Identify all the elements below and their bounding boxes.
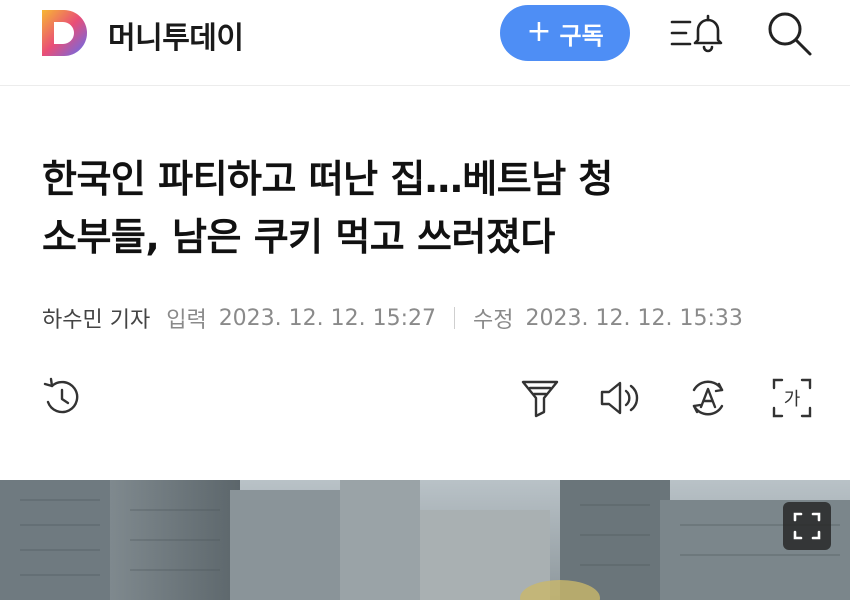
menu-notification-icon[interactable] [668, 10, 728, 56]
published-label: 입력 [166, 308, 207, 333]
modified-time: 2023. 12. 12. 15:33 [525, 305, 743, 331]
article-meta: 하수민 기자 입력 2023. 12. 12. 15:27 수정 2023. 1… [42, 302, 743, 334]
search-icon[interactable] [764, 8, 814, 58]
article-headline: 한국인 파티하고 떠난 집…베트남 청 소부들, 남은 쿠키 먹고 쓰러졌다 [42, 150, 822, 266]
subscribe-label: 구독 [559, 21, 604, 50]
expand-icon[interactable] [783, 502, 831, 550]
modified-label: 수정 [473, 308, 514, 333]
brand-name[interactable]: 머니투데이 [108, 13, 244, 57]
font-size-glyph: 가 [784, 389, 801, 410]
filter-icon[interactable] [518, 376, 562, 420]
subscribe-button[interactable]: + 구독 [500, 5, 630, 61]
meta-divider [454, 307, 456, 329]
plus-icon: + [526, 13, 552, 49]
translate-icon[interactable] [686, 376, 730, 420]
top-bar: 머니투데이 + 구독 [0, 0, 850, 86]
headline-line-2: 소부들, 남은 쿠키 먹고 쓰러졌다 [42, 215, 555, 259]
speaker-icon[interactable] [598, 376, 642, 420]
headline-line-1: 한국인 파티하고 떠난 집…베트남 청 [42, 157, 613, 201]
font-size-icon[interactable]: 가 [770, 376, 814, 420]
reporter-name[interactable]: 하수민 기자 [42, 302, 150, 334]
published-time: 2023. 12. 12. 15:27 [218, 305, 437, 331]
article-hero-image[interactable] [0, 480, 850, 600]
brand-logo-icon[interactable] [40, 8, 90, 58]
history-icon[interactable] [40, 376, 84, 420]
